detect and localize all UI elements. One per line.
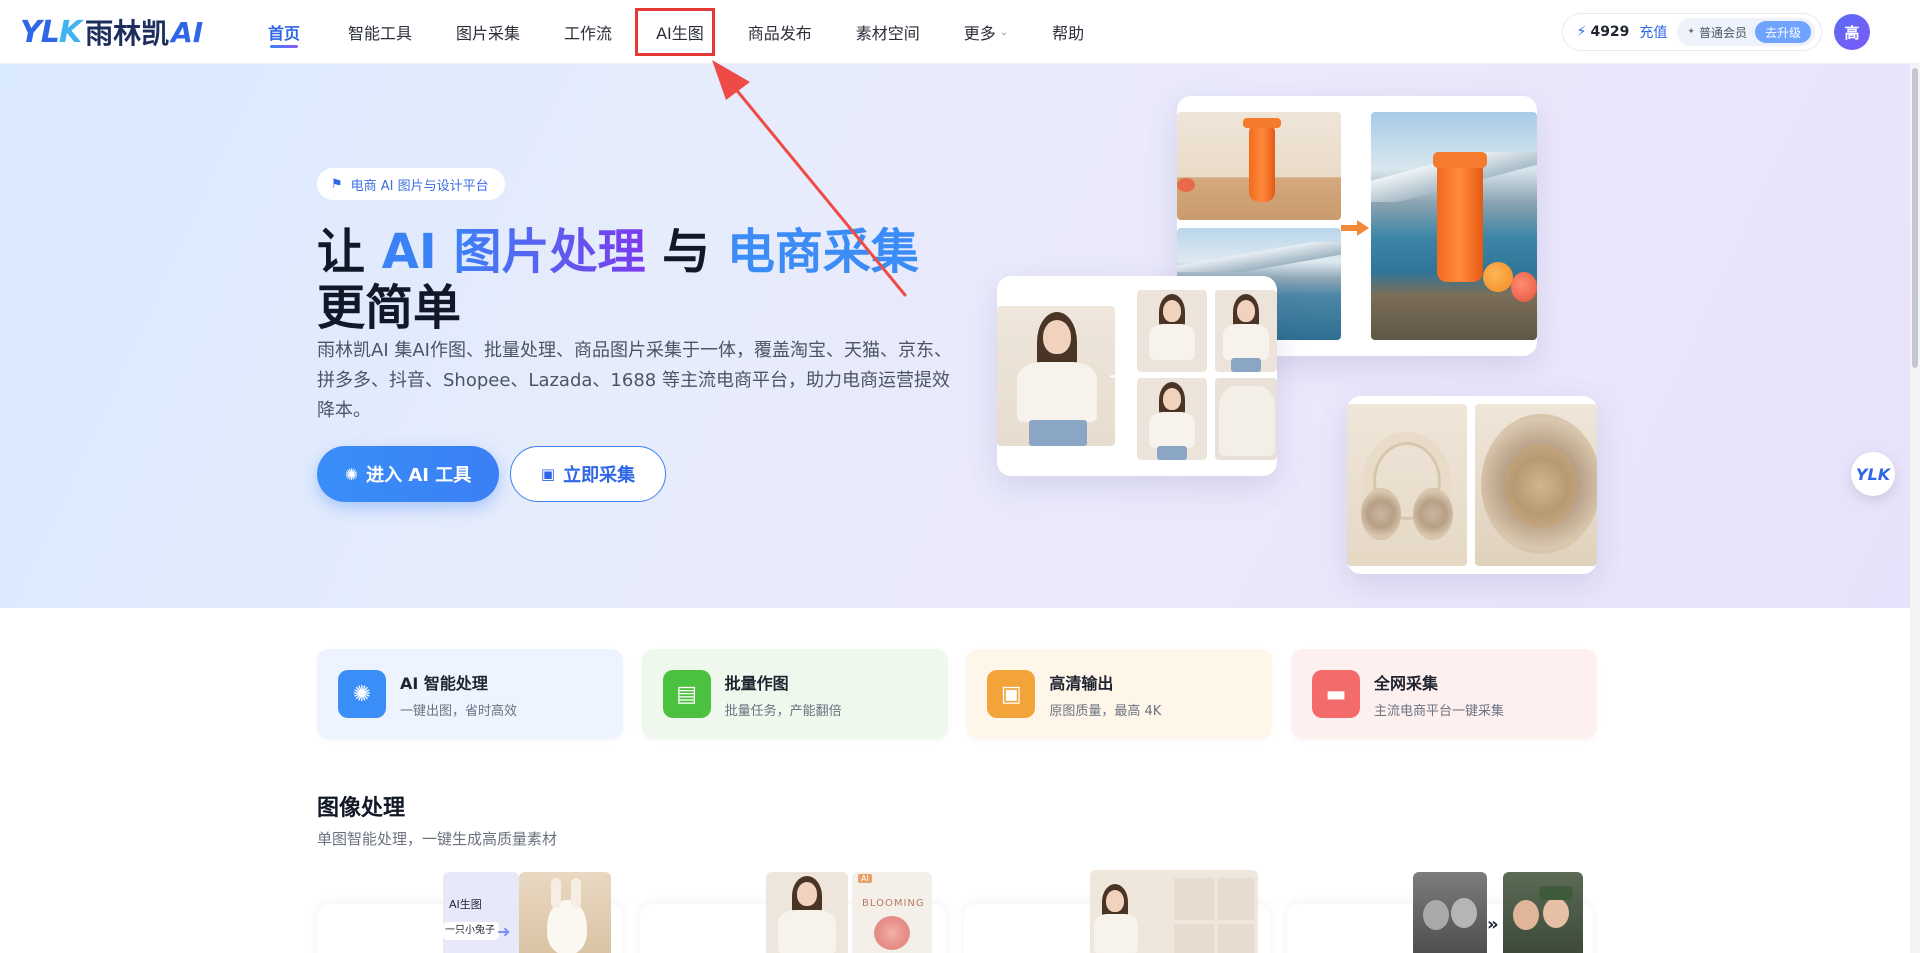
feature-strip: ✺ AI 智能处理 一键出图，省时高效 ▤ 批量作图 批量任务，产能翻倍 ▣ 高…: [317, 649, 1597, 739]
arrow-right-icon: [1341, 220, 1371, 236]
nav-item-ai-image[interactable]: AI生图: [656, 0, 704, 64]
nav-item-smart-tools[interactable]: 智能工具: [348, 0, 412, 64]
image-tools-grid: AI生图 一只小兔子 ➜ AI BLOOMING »: [317, 868, 1597, 953]
ai-image-thumb-left: AI生图 一只小兔子 ➜: [443, 872, 519, 953]
double-chevron-icon: »: [1487, 914, 1499, 935]
sparkle-icon: ✺: [338, 670, 386, 718]
flag-icon: ⚑: [331, 176, 343, 192]
tshirt-flatlay-photo: [1215, 378, 1277, 460]
nav-item-more[interactable]: 更多 ⌄: [964, 0, 1008, 64]
model-photo-variant-2: [1215, 290, 1277, 372]
user-avatar[interactable]: 高: [1834, 14, 1870, 50]
floating-assistant-logo[interactable]: YLK: [1851, 452, 1895, 496]
upgrade-button[interactable]: 去升级: [1754, 21, 1811, 43]
model-photo-main: [997, 306, 1115, 446]
enter-ai-tools-button[interactable]: ✺ 进入 AI 工具: [317, 446, 499, 502]
diamond-icon: ✦: [1687, 27, 1695, 37]
restored-photo-thumb: [1503, 872, 1583, 953]
nav-item-workflow[interactable]: 工作流: [564, 0, 612, 64]
hero-badge: ⚑ 电商 AI 图片与设计平台: [317, 168, 505, 200]
nav-item-image-collect[interactable]: 图片采集: [456, 0, 520, 64]
headphone-showcase-card: [1347, 396, 1597, 574]
page-scrollbar[interactable]: [1910, 64, 1920, 953]
monitor-icon: ▬: [1311, 670, 1360, 718]
credits-box: ⚡ 4929 充值 ✦ 普通会员 去升级: [1561, 13, 1822, 51]
recharge-link[interactable]: 充值: [1639, 22, 1667, 42]
tshirt-model-thumb: [766, 872, 848, 953]
logo-cn: 雨林凯: [85, 17, 170, 50]
model-grid-thumb: [1090, 870, 1258, 953]
feature-batch-images[interactable]: ▤ 批量作图 批量任务，产能翻倍: [641, 649, 948, 739]
site-logo[interactable]: YLK 雨林凯 AI: [20, 14, 204, 51]
old-photo-thumb: [1413, 872, 1487, 953]
hero-description: 雨林凯AI 集AI作图、批量处理、商品图片采集于一体，覆盖淘宝、天猫、京东、拼多…: [317, 340, 952, 421]
feature-ai-processing[interactable]: ✺ AI 智能处理 一键出图，省时高效: [317, 649, 623, 739]
credits-count: 4929: [1590, 24, 1630, 40]
logo-mark: YLK: [20, 14, 82, 50]
bolt-icon: ⚡: [1576, 24, 1587, 40]
rabbit-thumb: [519, 872, 611, 953]
tshirt-showcase-card: ➜: [997, 276, 1277, 476]
section-subtitle: 单图智能处理，一键生成高质量素材: [317, 830, 558, 848]
hero-headline: 让 AI 图片处理 与 电商采集 更简单: [317, 224, 919, 336]
nav-item-asset-space[interactable]: 素材空间: [856, 0, 920, 64]
nav-item-home[interactable]: 首页: [268, 0, 300, 64]
model-photo-variant-1: [1137, 290, 1207, 372]
model-photo-variant-3: [1137, 378, 1207, 460]
nav-item-help[interactable]: 帮助: [1052, 0, 1084, 64]
member-badge: ✦ 普通会员 去升级: [1677, 18, 1815, 46]
member-level: 普通会员: [1698, 25, 1747, 40]
logo-ai: AI: [171, 15, 204, 49]
bottle-photo-generated: [1371, 112, 1537, 340]
feature-hd-output[interactable]: ▣ 高清输出 原图质量，最高 4K: [966, 649, 1273, 739]
tshirt-print-thumb: AI BLOOMING: [852, 872, 932, 953]
nav-item-product-publish[interactable]: 商品发布: [748, 0, 812, 64]
sparkle-icon: ✺: [344, 464, 359, 484]
chevron-down-icon: ⌄: [999, 26, 1009, 38]
layers-icon: ▤: [662, 670, 711, 718]
image-icon: ▣: [987, 670, 1036, 718]
scrollbar-thumb[interactable]: [1912, 68, 1918, 368]
section-title: 图像处理: [317, 796, 406, 821]
headphone-photo-original: [1347, 404, 1467, 566]
main-nav: 首页 智能工具 图片采集 工作流 AI生图 商品发布 素材空间 更多 ⌄ 帮助: [250, 0, 1084, 64]
image-icon: ▣: [540, 465, 556, 483]
print-tag: AI: [858, 874, 872, 883]
collect-now-button[interactable]: ▣ 立即采集: [510, 446, 666, 502]
top-navbar: YLK 雨林凯 AI 首页 智能工具 图片采集 工作流 AI生图 商品发布 素材…: [0, 0, 1920, 64]
bottle-photo-original: [1177, 112, 1341, 220]
feature-web-collect[interactable]: ▬ 全网采集 主流电商平台一键采集: [1290, 649, 1597, 739]
headphone-photo-closeup: [1475, 404, 1597, 566]
hero-section: ⚑ 电商 AI 图片与设计平台 让 AI 图片处理 与 电商采集 更简单 雨林凯…: [0, 64, 1920, 608]
account-area: ⚡ 4929 充值 ✦ 普通会员 去升级 高: [1561, 13, 1870, 51]
